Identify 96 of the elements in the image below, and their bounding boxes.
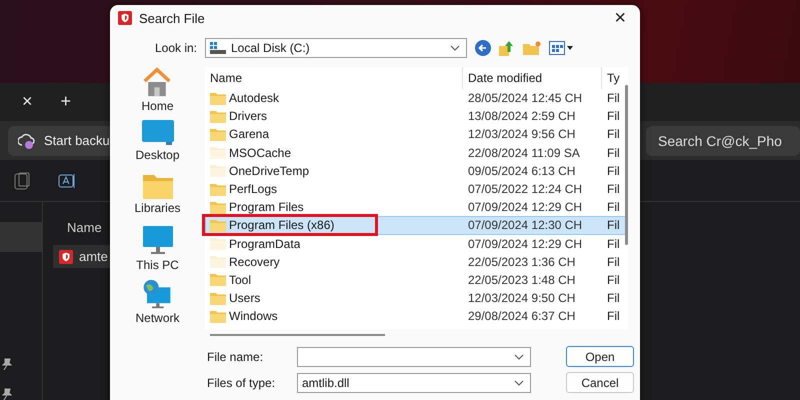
pin-icon[interactable] [2,388,12,400]
date-modified: 29/08/2024 6:37 CH [467,309,576,324]
file-type: Fil [606,164,621,178]
date-modified: 07/09/2024 12:29 CH [467,236,584,251]
file-name-label: File name: [207,350,264,364]
date-modified: 09/05/2024 6:13 CH [467,164,576,178]
tab-close-button[interactable]: × [22,91,33,112]
shield-logo-icon [118,11,132,25]
file-type: Fil [606,309,621,324]
file-row[interactable]: Autodesk 28/05/2024 12:45 CH Fil [205,89,628,108]
file-name-field[interactable] [297,346,531,366]
file-type: Fil [606,254,621,269]
folder-name: Windows [229,309,278,324]
folder-name: Garena [229,127,270,142]
date-modified: 07/05/2022 12:24 CH [467,182,584,196]
folder-name: Recovery [229,254,280,269]
folder-name: PerfLogs [229,182,278,196]
file-row[interactable]: Windows 29/08/2024 6:37 CH Fil [205,307,628,326]
chevron-down-icon [514,380,524,386]
places-item[interactable]: Network [135,279,180,325]
file-type: Fil [606,127,621,142]
file-type-dropdown[interactable]: amtlib.dll [297,372,531,392]
close-button[interactable]: × [608,6,632,30]
file-type: Fil [606,146,621,160]
chevron-down-icon [514,354,524,360]
date-modified: 28/05/2024 12:45 CH [467,91,584,106]
house-icon [141,67,174,97]
date-modified: 07/09/2024 12:29 CH [467,200,584,214]
file-type: Fil [606,91,621,106]
column-header[interactable]: Date modified [463,67,602,89]
new-tab-button[interactable]: + [60,91,72,112]
scrollbar[interactable] [210,334,385,336]
date-modified: 12/03/2024 9:50 CH [467,291,576,306]
folder-name: MSOCache [229,146,292,160]
column-header: Name [66,220,103,235]
file-row[interactable]: Program Files 07/09/2024 12:29 CH Fil [205,198,628,216]
view-menu-icon[interactable] [549,41,573,55]
date-modified: 22/05/2023 1:48 CH [467,272,576,287]
new-folder-icon[interactable] [523,41,541,55]
folder-icon [142,173,172,199]
folder-name: Users [229,291,260,306]
date-modified: 13/08/2024 2:59 CH [467,109,576,124]
file-type: Fil [606,218,621,232]
file-type-label: Files of type: [207,376,276,390]
chevron-down-icon [450,45,460,51]
shield-logo-icon [59,250,73,264]
cancel-button[interactable]: Cancel [566,372,634,393]
open-button[interactable]: Open [566,346,634,367]
places-item[interactable]: This PC [136,226,179,272]
file-row[interactable]: OneDriveTemp 09/05/2024 6:13 CH Fil [205,162,628,180]
pin-icon[interactable] [2,358,12,370]
column-header[interactable]: Ty [602,67,622,89]
rename-icon[interactable] [58,172,76,190]
places-item[interactable]: Home [141,67,174,113]
look-in-label: Look in: [154,41,198,55]
column-header[interactable]: Name [205,67,463,89]
file-row[interactable]: PerfLogs 07/05/2022 12:24 CH Fil [205,180,628,198]
clipboard-icon[interactable] [14,172,30,190]
back-icon[interactable] [475,40,491,56]
file-row[interactable]: Users 12/03/2024 9:50 CH Fil [205,289,628,308]
file-row[interactable]: Program Files (x86) 07/09/2024 12:30 CH Fil [205,216,628,234]
search-field[interactable]: Search Cr@ck_Pho [646,126,800,156]
window-title: Search File [139,10,205,26]
cloud-icon [18,132,36,149]
folder-name: ProgramData [229,236,300,251]
file-row[interactable]: Recovery 22/05/2023 1:36 CH Fil [205,252,628,271]
file-row[interactable]: MSOCache 22/08/2024 11:09 SA Fil [205,144,628,162]
folder-name: Autodesk [229,91,280,106]
drive-icon [210,42,226,54]
file-row[interactable]: Drivers 13/08/2024 2:59 CH Fil [205,107,628,126]
monitor-icon [142,226,172,256]
file-name: amte [79,249,108,264]
date-modified: 12/03/2024 9:56 CH [467,127,576,142]
file-type: Fil [606,272,621,287]
desktop-icon [142,120,174,146]
file-type: Fil [606,109,621,124]
folder-name: Drivers [229,109,267,124]
date-modified: 22/05/2023 1:36 CH [467,254,576,269]
file-row[interactable]: Tool 22/05/2023 1:48 CH Fil [205,270,628,290]
folder-name: OneDriveTemp [229,164,310,178]
places-item[interactable]: Libraries [134,173,181,219]
look-in-dropdown[interactable]: Local Disk (C:) [205,38,467,58]
file-type: Fil [606,291,621,306]
file-type: Fil [606,236,621,251]
folder-name: Program Files [229,200,304,214]
date-modified: 07/09/2024 12:30 CH [467,218,584,232]
folder-name: Tool [229,272,252,287]
scrollbar[interactable] [625,85,628,245]
places-item[interactable]: Desktop [135,120,180,166]
up-folder-icon[interactable] [499,40,515,56]
file-type: Fil [606,200,621,214]
file-type: Fil [606,182,621,196]
folder-name: Program Files (x86) [229,218,334,232]
date-modified: 22/08/2024 11:09 SA [467,146,581,160]
file-row[interactable]: Garena 12/03/2024 9:56 CH Fil [205,125,628,144]
file-row[interactable]: ProgramData 07/09/2024 12:29 CH Fil [205,234,628,253]
